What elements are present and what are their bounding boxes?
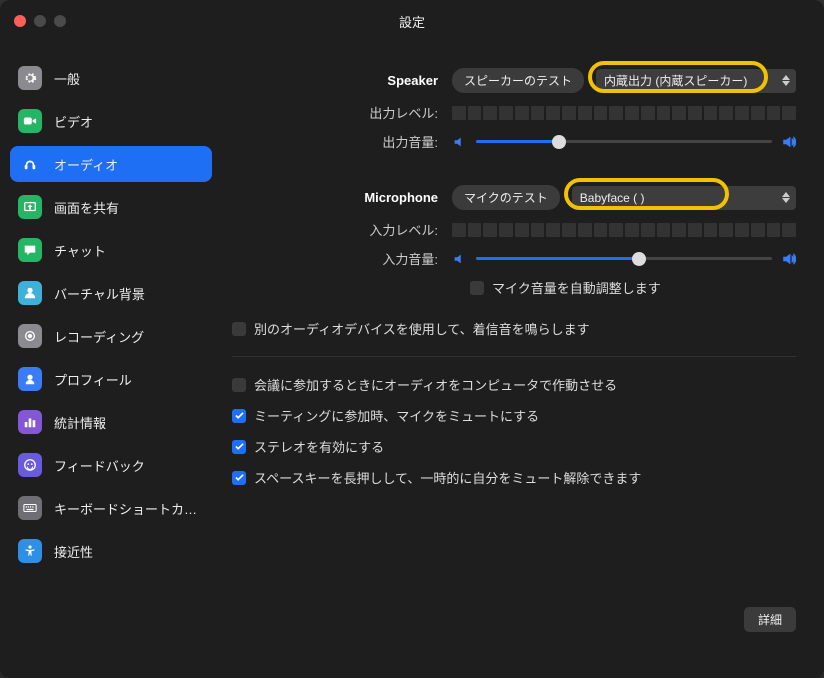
- maximize-icon[interactable]: [54, 15, 66, 27]
- option-checkbox[interactable]: [232, 440, 246, 454]
- sidebar: 一般ビデオオーディオ画面を共有チャットバーチャル背景レコーディングプロフィール統…: [0, 42, 222, 678]
- sidebar-item-keyboard[interactable]: キーボードショートカ…: [10, 490, 212, 526]
- traffic-lights: [14, 15, 66, 27]
- sidebar-item-label: キーボードショートカ…: [54, 499, 197, 518]
- chat-icon: [18, 238, 42, 262]
- output-volume-slider[interactable]: [476, 140, 772, 143]
- sidebar-item-person[interactable]: バーチャル背景: [10, 275, 212, 311]
- sidebar-item-label: レコーディング: [54, 327, 144, 346]
- auto-adjust-checkbox[interactable]: [470, 281, 484, 295]
- speaker-heading: Speaker: [232, 73, 452, 88]
- options-list: 会議に参加するときにオーディオをコンピュータで作動させるミーティングに参加時、マ…: [232, 375, 796, 487]
- test-speaker-button[interactable]: スピーカーのテスト: [452, 68, 584, 93]
- sidebar-item-label: オーディオ: [54, 155, 118, 174]
- sidebar-item-accessibility[interactable]: 接近性: [10, 533, 212, 569]
- option-checkbox[interactable]: [232, 378, 246, 392]
- sidebar-item-headphones[interactable]: オーディオ: [10, 146, 212, 182]
- test-mic-button[interactable]: マイクのテスト: [452, 185, 560, 210]
- sidebar-item-video[interactable]: ビデオ: [10, 103, 212, 139]
- sidebar-item-label: 統計情報: [54, 413, 106, 432]
- auto-adjust-label: マイク音量を自動調整します: [492, 278, 661, 297]
- option-row: ミーティングに参加時、マイクをミュートにする: [232, 406, 796, 425]
- volume-low-icon: [452, 135, 466, 149]
- option-row: 会議に参加するときにオーディオをコンピュータで作動させる: [232, 375, 796, 394]
- volume-high-icon: [782, 252, 796, 266]
- option-label: ミーティングに参加時、マイクをミュートにする: [254, 406, 539, 425]
- window-title: 設定: [0, 12, 824, 31]
- sidebar-item-record[interactable]: レコーディング: [10, 318, 212, 354]
- ringtone-device-checkbox[interactable]: [232, 322, 246, 336]
- output-level-meter: [452, 106, 796, 120]
- minimize-icon[interactable]: [34, 15, 46, 27]
- input-level-label: 入力レベル:: [232, 220, 452, 239]
- ringtone-device-label: 別のオーディオデバイスを使用して、着信音を鳴らします: [254, 319, 590, 338]
- accessibility-icon: [18, 539, 42, 563]
- keyboard-icon: [18, 496, 42, 520]
- advanced-button[interactable]: 詳細: [744, 607, 796, 632]
- option-label: スペースキーを長押しして、一時的に自分をミュート解除できます: [254, 468, 641, 487]
- input-volume-slider[interactable]: [476, 257, 772, 260]
- sidebar-item-label: チャット: [54, 241, 106, 260]
- share-icon: [18, 195, 42, 219]
- settings-window: 設定 一般ビデオオーディオ画面を共有チャットバーチャル背景レコーディングプロフィ…: [0, 0, 824, 678]
- option-label: ステレオを有効にする: [254, 437, 384, 456]
- sidebar-item-chat[interactable]: チャット: [10, 232, 212, 268]
- sidebar-item-share[interactable]: 画面を共有: [10, 189, 212, 225]
- content-pane: Speaker スピーカーのテスト 内蔵出力 (内蔵スピーカー) 出力レベル: …: [222, 42, 824, 678]
- close-icon[interactable]: [14, 15, 26, 27]
- sidebar-item-label: フィードバック: [54, 456, 145, 475]
- option-checkbox[interactable]: [232, 409, 246, 423]
- mic-device-value: Babyface ( ): [580, 191, 645, 205]
- volume-low-icon: [452, 252, 466, 266]
- sidebar-item-label: 画面を共有: [54, 198, 119, 217]
- input-volume-label: 入力音量:: [232, 249, 452, 268]
- speaker-device-value: 内蔵出力 (内蔵スピーカー): [604, 72, 747, 89]
- sidebar-item-label: ビデオ: [54, 112, 93, 131]
- titlebar: 設定: [0, 0, 824, 42]
- smile-icon: [18, 453, 42, 477]
- volume-high-icon: [782, 135, 796, 149]
- video-icon: [18, 109, 42, 133]
- output-volume-label: 出力音量:: [232, 132, 452, 151]
- user-icon: [18, 367, 42, 391]
- chevron-updown-icon: [782, 192, 790, 203]
- sidebar-item-user[interactable]: プロフィール: [10, 361, 212, 397]
- gear-icon: [18, 66, 42, 90]
- chevron-updown-icon: [782, 75, 790, 86]
- sidebar-item-label: 一般: [54, 69, 80, 88]
- option-row: ステレオを有効にする: [232, 437, 796, 456]
- record-icon: [18, 324, 42, 348]
- sidebar-item-gear[interactable]: 一般: [10, 60, 212, 96]
- separator: [232, 356, 796, 357]
- headphones-icon: [18, 152, 42, 176]
- option-checkbox[interactable]: [232, 471, 246, 485]
- mic-device-dropdown[interactable]: Babyface ( ): [572, 186, 796, 210]
- sidebar-item-label: 接近性: [54, 542, 93, 561]
- sidebar-item-label: プロフィール: [54, 370, 132, 389]
- sidebar-item-label: バーチャル背景: [54, 284, 145, 303]
- sidebar-item-smile[interactable]: フィードバック: [10, 447, 212, 483]
- stats-icon: [18, 410, 42, 434]
- sidebar-item-stats[interactable]: 統計情報: [10, 404, 212, 440]
- option-row: スペースキーを長押しして、一時的に自分をミュート解除できます: [232, 468, 796, 487]
- person-icon: [18, 281, 42, 305]
- option-label: 会議に参加するときにオーディオをコンピュータで作動させる: [254, 375, 617, 394]
- microphone-heading: Microphone: [232, 190, 452, 205]
- input-level-meter: [452, 223, 796, 237]
- output-level-label: 出力レベル:: [232, 103, 452, 122]
- speaker-device-dropdown[interactable]: 内蔵出力 (内蔵スピーカー): [596, 69, 796, 93]
